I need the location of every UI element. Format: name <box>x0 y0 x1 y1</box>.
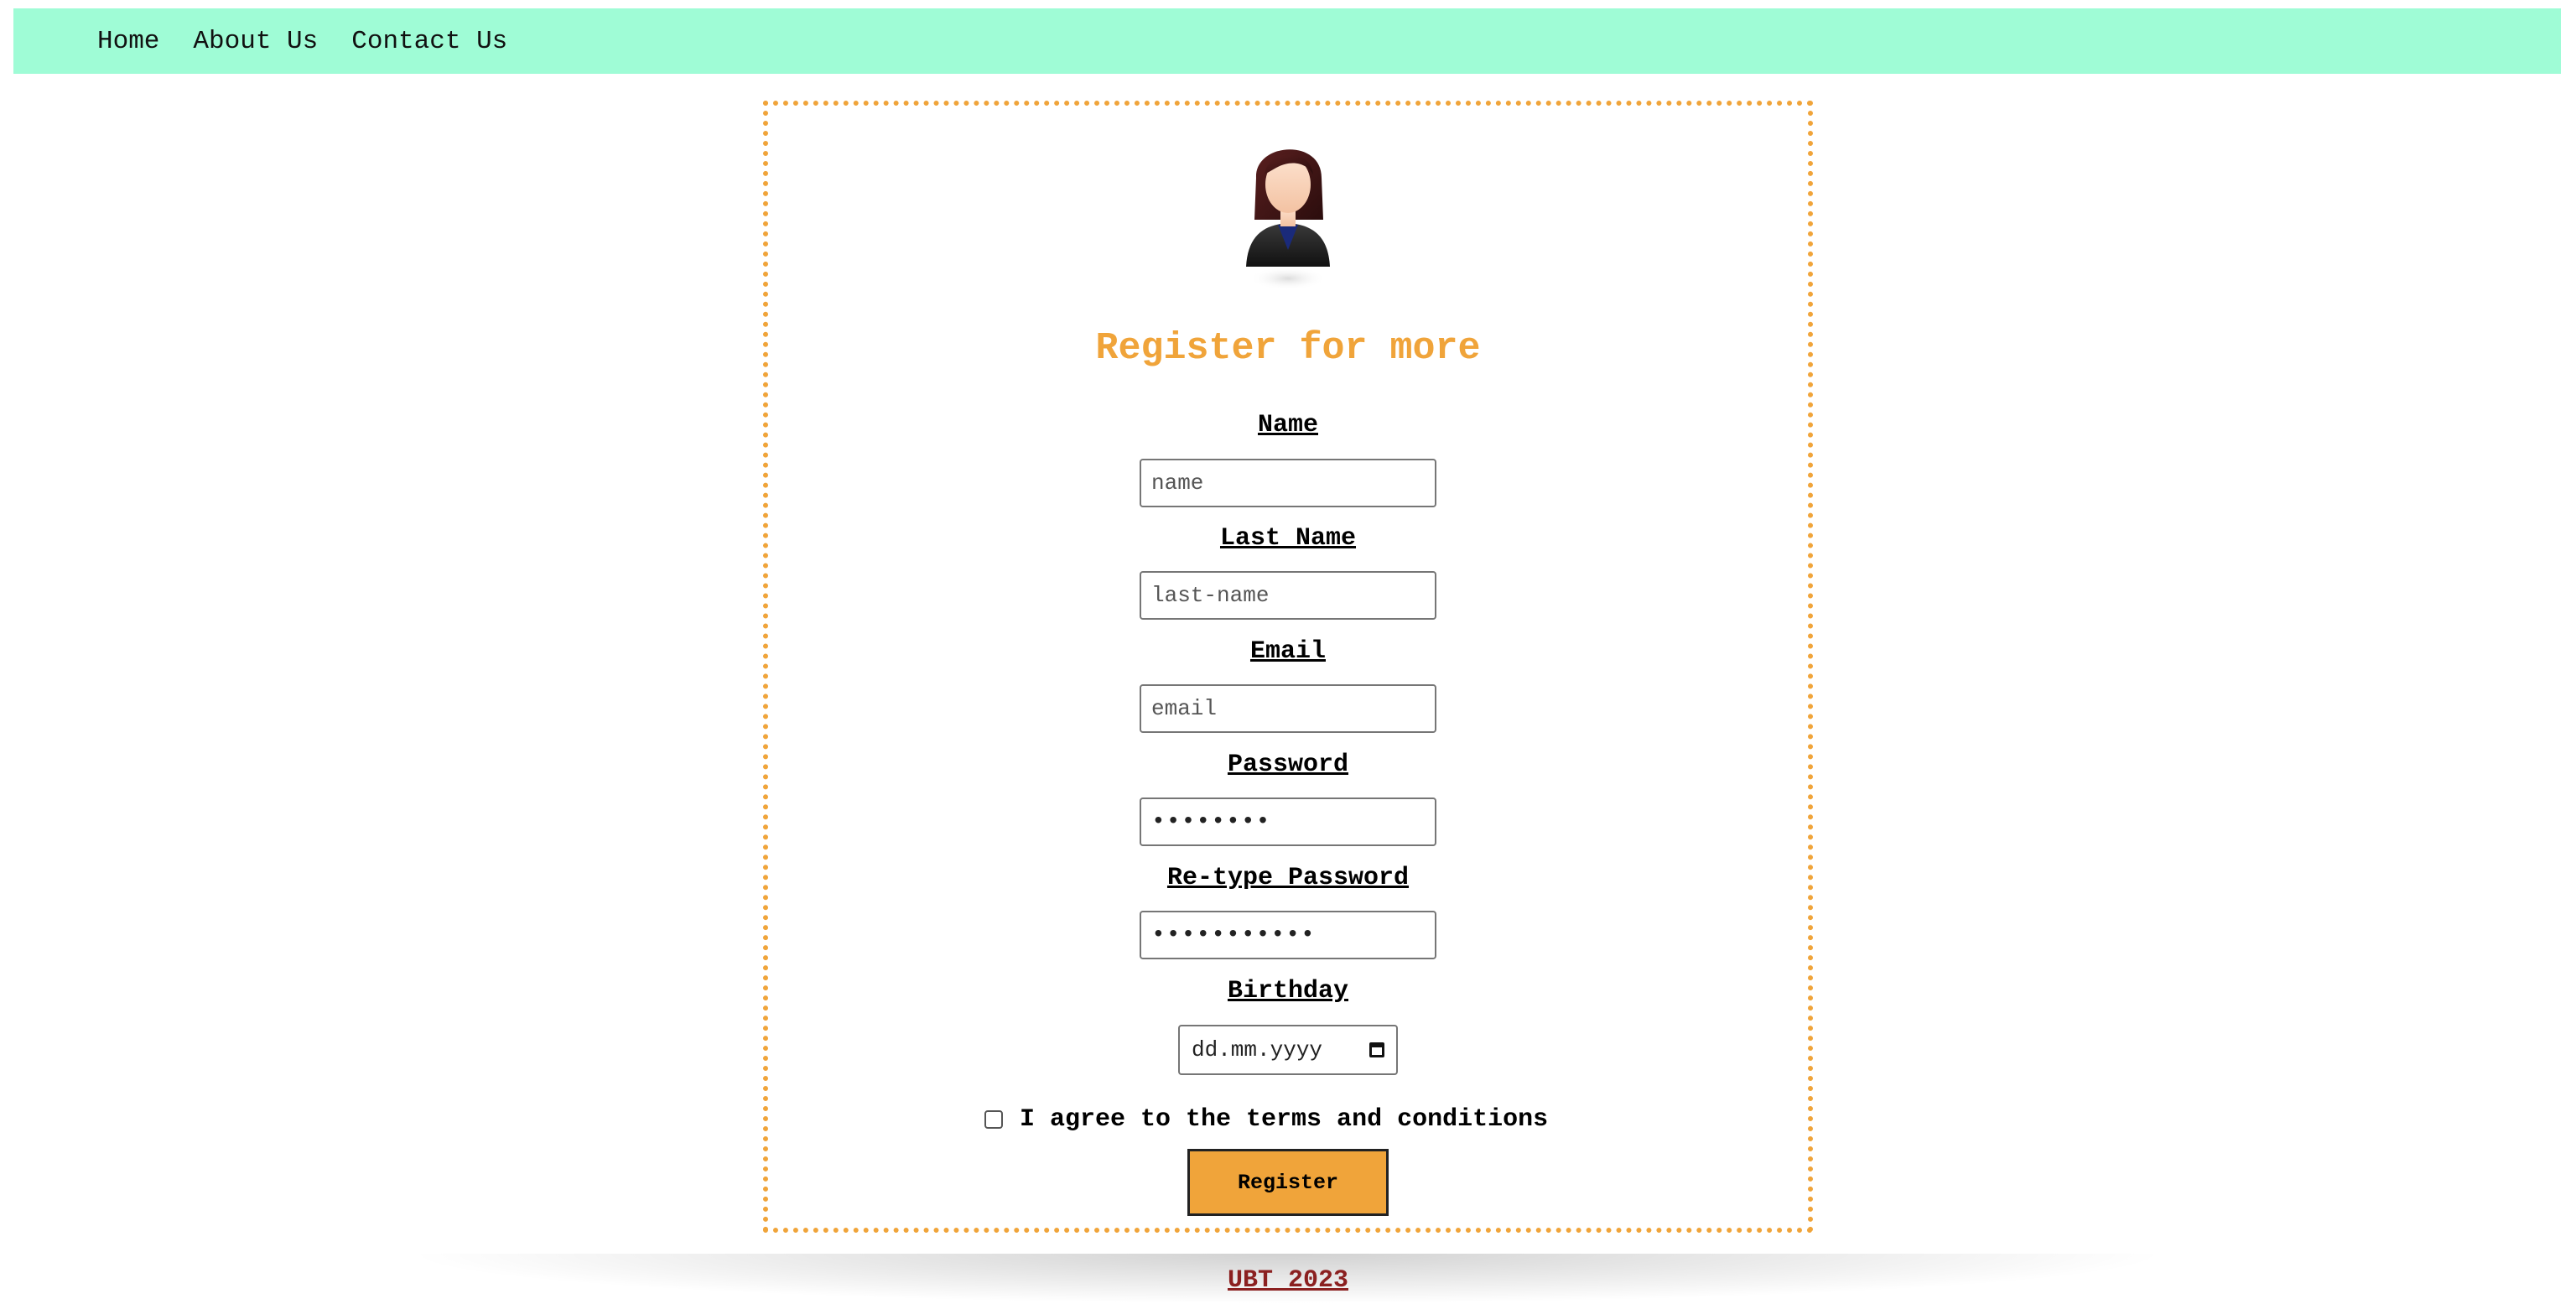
nav-contact-link[interactable]: Contact Us <box>351 27 507 56</box>
nav-home-link[interactable]: Home <box>97 27 159 56</box>
browser-viewport: Home About Us Contact Us Register for mo… <box>0 0 2576 1304</box>
name-input[interactable] <box>1140 459 1436 507</box>
last-name-label: Last Name <box>1219 524 1357 553</box>
terms-row: I agree to the terms and conditions <box>984 1105 1548 1134</box>
email-input[interactable] <box>1140 684 1436 733</box>
footer-link[interactable]: UBT 2023 <box>763 1266 1813 1295</box>
password-input[interactable] <box>1140 797 1436 846</box>
terms-checkbox[interactable] <box>984 1110 1003 1129</box>
password-label: Password <box>1227 751 1349 779</box>
last-name-input[interactable] <box>1140 571 1436 620</box>
user-avatar-icon <box>1246 149 1330 290</box>
birthday-label: Birthday <box>1227 977 1349 1005</box>
register-title: Register for more <box>1095 327 1481 370</box>
top-nav: Home About Us Contact Us <box>13 8 2561 74</box>
retype-password-input[interactable] <box>1140 911 1436 959</box>
retype-password-label: Re-type Password <box>1166 864 1410 892</box>
register-button[interactable]: Register <box>1187 1149 1389 1216</box>
date-placeholder: dd.mm.yyyy <box>1192 1037 1323 1062</box>
terms-label: I agree to the terms and conditions <box>1020 1105 1549 1134</box>
email-label: Email <box>1249 637 1326 666</box>
calendar-icon[interactable] <box>1369 1042 1384 1057</box>
name-label: Name <box>1257 411 1318 439</box>
birthday-date-input[interactable]: dd.mm.yyyy <box>1178 1025 1398 1075</box>
nav-about-link[interactable]: About Us <box>193 27 318 56</box>
